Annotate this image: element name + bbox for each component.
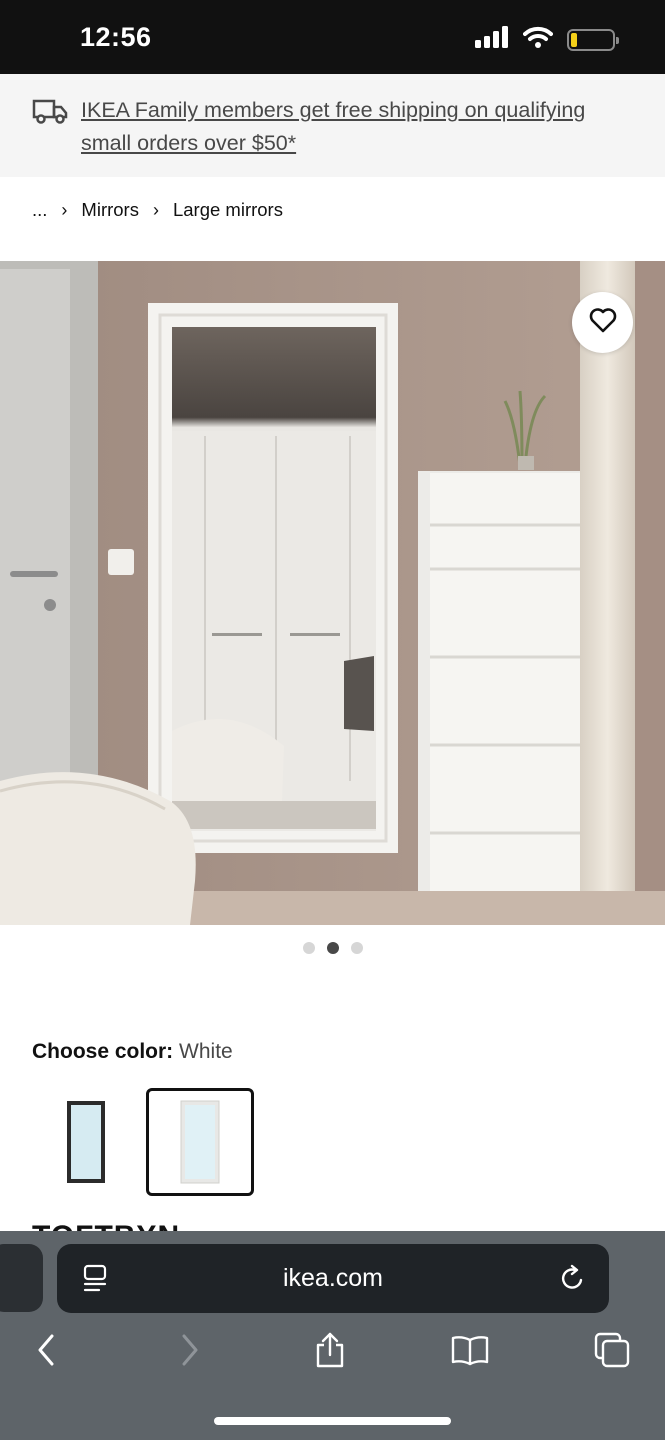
back-icon xyxy=(36,1334,56,1371)
black-mirror-thumbnail xyxy=(67,1101,105,1183)
signal-icon xyxy=(475,26,509,53)
share-button[interactable] xyxy=(308,1330,352,1374)
tabs-button[interactable] xyxy=(590,1330,634,1374)
room-scene-illustration xyxy=(0,261,665,925)
share-icon xyxy=(314,1332,346,1373)
carousel-dot[interactable] xyxy=(350,942,363,954)
color-label-value: White xyxy=(179,1040,233,1063)
carousel-dot[interactable] xyxy=(326,942,339,954)
shipping-promo-banner[interactable]: IKEA Family members get free shipping on… xyxy=(0,74,665,177)
black-mirror-swatch[interactable] xyxy=(32,1088,140,1196)
white-mirror-swatch[interactable] xyxy=(146,1088,254,1196)
truck-icon xyxy=(32,98,68,129)
chevron-right-icon: › xyxy=(152,199,159,220)
status-bar: 12:56 xyxy=(0,0,665,74)
bookmarks-button[interactable] xyxy=(448,1330,492,1374)
carousel-indicator xyxy=(0,942,665,954)
chevron-right-icon: › xyxy=(61,199,68,220)
reload-icon[interactable] xyxy=(559,1263,587,1298)
breadcrumb-large-mirrors[interactable]: Large mirrors xyxy=(173,199,283,221)
home-indicator[interactable] xyxy=(214,1417,451,1425)
status-icons xyxy=(475,26,619,53)
heart-icon xyxy=(589,307,617,338)
favorite-button[interactable] xyxy=(572,292,633,353)
bookmarks-icon xyxy=(450,1334,490,1371)
breadcrumb-ellipsis[interactable]: ... xyxy=(32,199,47,221)
shipping-promo-link[interactable]: IKEA Family members get free shipping on… xyxy=(81,94,641,160)
white-mirror-thumbnail xyxy=(180,1100,220,1184)
color-chooser-label: Choose color: White xyxy=(32,1040,233,1064)
carousel-dot[interactable] xyxy=(302,942,315,954)
battery-icon xyxy=(567,28,619,51)
back-button[interactable] xyxy=(24,1330,68,1374)
color-label-key: Choose color: xyxy=(32,1040,174,1063)
status-time: 12:56 xyxy=(80,22,152,52)
product-image[interactable] xyxy=(0,261,665,925)
forward-button[interactable] xyxy=(168,1330,212,1374)
tabs-icon xyxy=(594,1332,630,1373)
breadcrumb: ... › Mirrors › Large mirrors xyxy=(32,196,283,224)
address-bar[interactable]: ikea.com xyxy=(57,1244,609,1313)
url-text[interactable]: ikea.com xyxy=(57,1264,609,1293)
breadcrumb-mirrors[interactable]: Mirrors xyxy=(81,199,139,221)
wifi-icon xyxy=(523,26,553,53)
forward-icon xyxy=(180,1334,200,1371)
previous-tab-preview[interactable] xyxy=(0,1244,43,1312)
